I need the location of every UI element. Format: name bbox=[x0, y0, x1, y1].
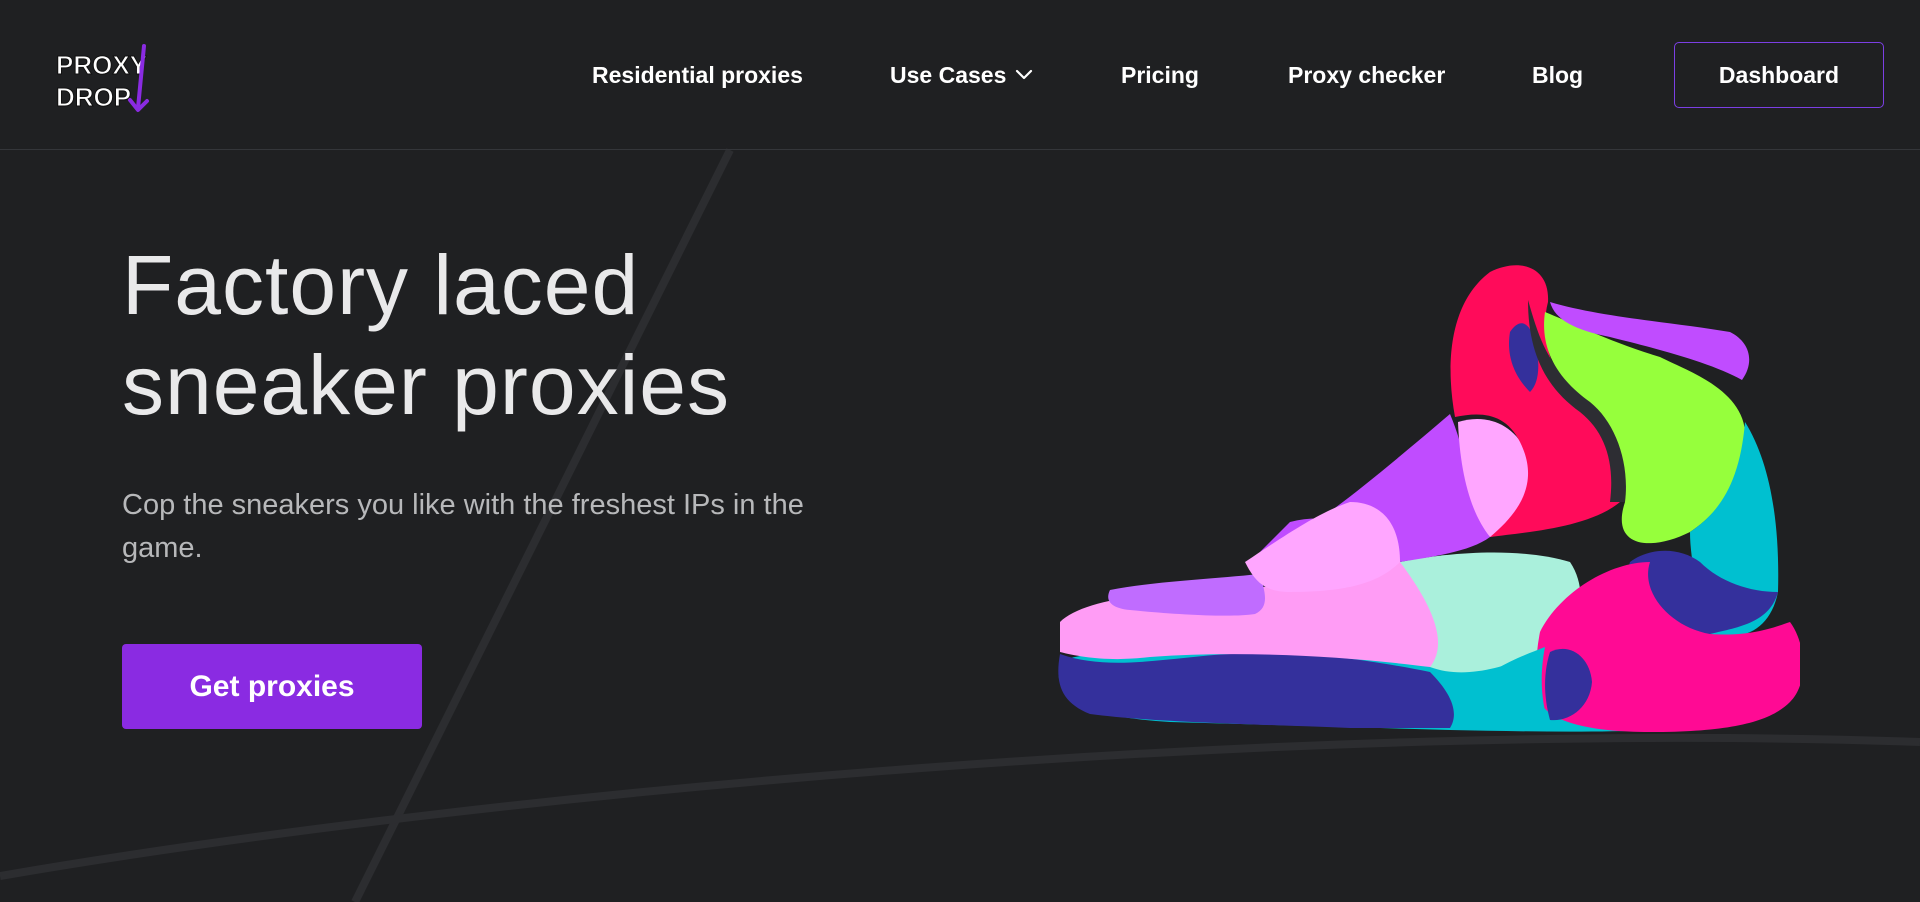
landing-page: PROXY DROP Residential proxies Use Cases… bbox=[0, 0, 1920, 902]
hero-title: Factory laced sneaker proxies bbox=[122, 235, 882, 435]
site-header: PROXY DROP Residential proxies Use Cases… bbox=[0, 0, 1920, 150]
nav-use-cases[interactable]: Use Cases bbox=[890, 58, 1034, 92]
nav-residential-proxies-label: Residential proxies bbox=[592, 62, 803, 88]
nav-residential-proxies[interactable]: Residential proxies bbox=[592, 58, 803, 92]
hero-title-line-1: Factory laced bbox=[122, 238, 640, 332]
sneaker-illustration bbox=[1058, 265, 1800, 732]
svg-text:DROP: DROP bbox=[56, 82, 131, 112]
nav-pricing-label: Pricing bbox=[1121, 62, 1199, 88]
nav-blog-label: Blog bbox=[1532, 62, 1584, 88]
proxydrop-logo[interactable]: PROXY DROP bbox=[52, 38, 162, 118]
nav-pricing[interactable]: Pricing bbox=[1121, 58, 1199, 92]
nav-proxy-checker-label: Proxy checker bbox=[1288, 62, 1446, 88]
nav-blog[interactable]: Blog bbox=[1532, 58, 1583, 92]
dashboard-button[interactable]: Dashboard bbox=[1674, 42, 1884, 108]
nav-proxy-checker[interactable]: Proxy checker bbox=[1288, 58, 1445, 92]
hero-title-line-2: sneaker proxies bbox=[122, 338, 730, 432]
hero-subtitle: Cop the sneakers you like with the fresh… bbox=[122, 489, 804, 564]
dashboard-button-label: Dashboard bbox=[1718, 61, 1840, 88]
nav-use-cases-label: Use Cases bbox=[890, 62, 1007, 88]
chevron-down-icon bbox=[1016, 69, 1033, 80]
get-proxies-button-label: Get proxies bbox=[189, 669, 355, 703]
get-proxies-button[interactable]: Get proxies bbox=[122, 644, 422, 729]
svg-text:PROXY: PROXY bbox=[56, 50, 147, 80]
